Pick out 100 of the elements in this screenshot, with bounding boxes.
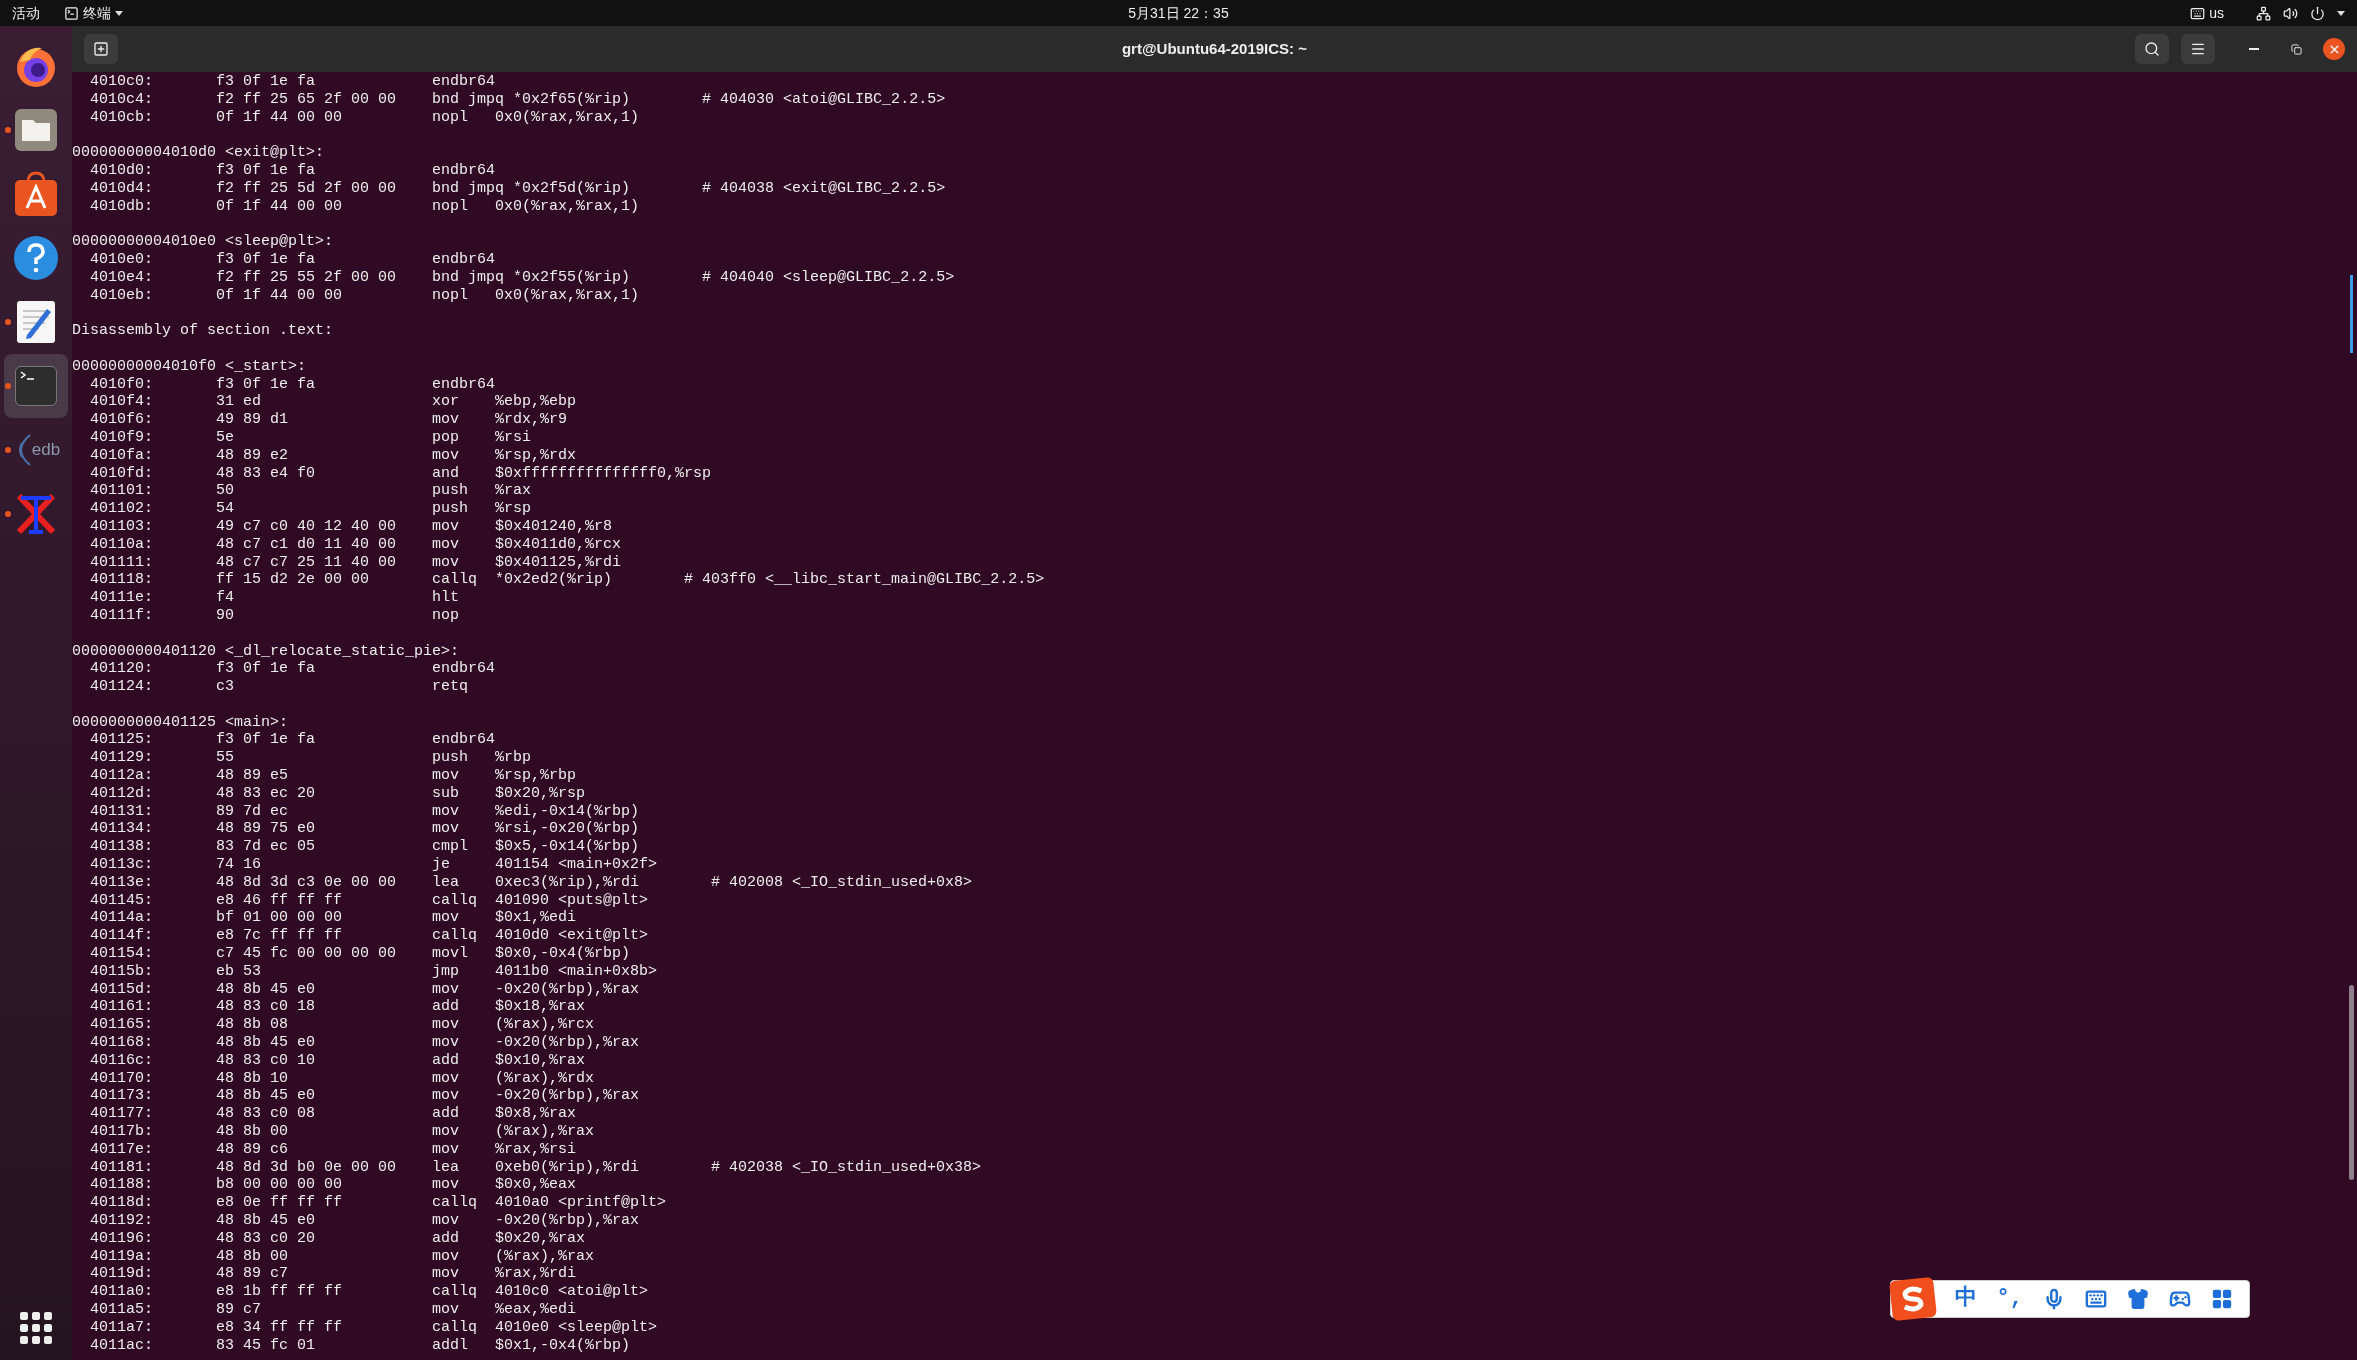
- address: 401118:: [90, 571, 153, 589]
- machine-code: 83 45 fc 01: [216, 1336, 316, 1354]
- address: 4010f4:: [90, 393, 153, 411]
- machine-code: 89 7d ec: [216, 802, 289, 820]
- new-tab-button[interactable]: [84, 34, 118, 64]
- activities-button[interactable]: 活动: [12, 2, 40, 24]
- mnemonic: nopl: [432, 286, 469, 304]
- dock-item[interactable]: edb: [4, 418, 68, 482]
- mnemonic: je: [432, 856, 451, 874]
- mnemonic: add: [432, 1229, 460, 1247]
- machine-code: 48 8b 00: [216, 1247, 289, 1265]
- address: 4010d4:: [90, 179, 153, 197]
- machine-code: c3: [216, 678, 235, 696]
- machine-code: 90: [216, 606, 235, 624]
- mnemonic: push: [432, 482, 469, 500]
- ime-toggle[interactable]: °,: [1996, 1285, 2023, 1313]
- ime-toggle[interactable]: 中: [1954, 1285, 1977, 1313]
- operands: %rax,%rdi: [495, 1265, 577, 1284]
- address: 40119d:: [90, 1265, 153, 1283]
- machine-code: 48 8b 00: [216, 1123, 289, 1140]
- mnemonic: mov: [432, 1176, 460, 1194]
- operands: 4010a0 <printf@plt>: [495, 1194, 667, 1212]
- close-button[interactable]: [2323, 38, 2345, 60]
- machine-code: 48 83 ec 20: [216, 784, 316, 802]
- mnemonic: nopl: [432, 197, 469, 215]
- address: 4010c0:: [90, 73, 153, 90]
- microphone-icon[interactable]: [2043, 1288, 2065, 1310]
- mnemonic: mov: [432, 411, 460, 429]
- operands: 0x0(%rax,%rax,1): [495, 197, 640, 216]
- mnemonic: mov: [432, 1140, 460, 1158]
- address: 40115b:: [90, 962, 153, 980]
- mnemonic: endbr64: [432, 250, 496, 268]
- machine-code: 5e: [216, 428, 235, 446]
- menu-button[interactable]: [2181, 34, 2215, 64]
- operands: (%rax),%rax: [495, 1247, 595, 1266]
- operands: $0x5,-0x14(%rbp): [495, 838, 640, 857]
- operands: *0x2f5d(%rip): [513, 179, 631, 198]
- keyboard-icon[interactable]: [2085, 1288, 2107, 1310]
- machine-code: f2 ff 25 55 2f 00 00: [216, 268, 397, 286]
- search-icon: [2144, 41, 2160, 57]
- operands: %rsi: [495, 428, 532, 447]
- terminal-icon[interactable]: [15, 366, 57, 406]
- machine-code: b8 00 00 00 00: [216, 1176, 343, 1194]
- operands: %rsi,-0x20(%rbp): [495, 820, 640, 839]
- terminal-icon: [64, 5, 79, 21]
- edb-logo[interactable]: edb: [11, 433, 61, 467]
- shopping-bag-icon[interactable]: [13, 170, 59, 218]
- shirt-icon[interactable]: [2127, 1288, 2149, 1310]
- keyboard-layout[interactable]: us: [2209, 2, 2224, 24]
- machine-code: 48 83 c0 20: [216, 1229, 316, 1247]
- address: 4010e4:: [90, 268, 153, 286]
- machine-code: 54: [216, 500, 235, 518]
- power-icon[interactable]: [2310, 5, 2325, 21]
- volume-icon[interactable]: [2283, 5, 2298, 21]
- operands: 0x0(%rax,%rax,1): [495, 286, 640, 305]
- scrollbar-thumb[interactable]: [2349, 985, 2354, 1180]
- mnemonic: mov: [432, 517, 460, 535]
- operands: -0x20(%rbp),%rax: [495, 1212, 640, 1230]
- machine-code: e8 7c ff ff ff: [216, 927, 343, 945]
- address: 401138:: [90, 838, 153, 856]
- operands: %rsp,%rdx: [495, 446, 577, 465]
- address: 4010d0:: [90, 162, 153, 179]
- operands: 401090 <puts@plt>: [495, 891, 649, 910]
- address: 401145:: [90, 891, 153, 909]
- address: 401161:: [90, 998, 153, 1016]
- operands: $0x1,-0x4(%rbp): [495, 1336, 631, 1355]
- search-button[interactable]: [2135, 34, 2169, 64]
- app-grid-icon[interactable]: [20, 1312, 52, 1344]
- address: 40118d:: [90, 1194, 153, 1212]
- operands: %rbp: [495, 749, 532, 768]
- help-icon[interactable]: [13, 235, 59, 281]
- machine-code: f3 0f 1e fa: [216, 162, 316, 179]
- grid-icon[interactable]: [2211, 1288, 2233, 1310]
- section-heading: Disassembly of section .text:: [72, 322, 334, 340]
- mnemonic: lea: [432, 1158, 460, 1176]
- machine-code: 48 89 75 e0: [216, 820, 316, 838]
- machine-code: 0f 1f 44 00 00: [216, 286, 343, 304]
- address: 401168:: [90, 1034, 153, 1052]
- address: 4011ac:: [90, 1336, 153, 1354]
- folder-icon[interactable]: [13, 107, 59, 153]
- operands: 4010e0 <sleep@plt>: [495, 1318, 658, 1337]
- operands: %edi,-0x14(%rbp): [495, 802, 640, 821]
- gamepad-icon[interactable]: [2169, 1288, 2191, 1310]
- mnemonic: mov: [432, 1087, 460, 1105]
- machine-code: eb 53: [216, 962, 262, 980]
- machine-code: 48 83 c0 18: [216, 998, 316, 1016]
- address: 40113e:: [90, 873, 153, 891]
- app-menu[interactable]: 终端: [83, 2, 111, 24]
- s-logo-icon[interactable]: [1888, 1276, 1937, 1322]
- keyboard-icon: [2190, 5, 2206, 21]
- network-icon[interactable]: [2256, 5, 2271, 21]
- operands: $0x1,%edi: [495, 909, 577, 928]
- clock[interactable]: 5月31日 22：35: [1128, 2, 1229, 24]
- mnemonic: hlt: [432, 589, 460, 607]
- operands: 4011b0 <main+0x8b>: [495, 962, 658, 981]
- restore-icon: [2290, 43, 2302, 55]
- text-editor-icon[interactable]: [15, 299, 57, 345]
- operands: 4010c0 <atoi@plt>: [495, 1283, 649, 1301]
- address: 401103:: [90, 517, 153, 535]
- address: 401120:: [90, 660, 153, 678]
